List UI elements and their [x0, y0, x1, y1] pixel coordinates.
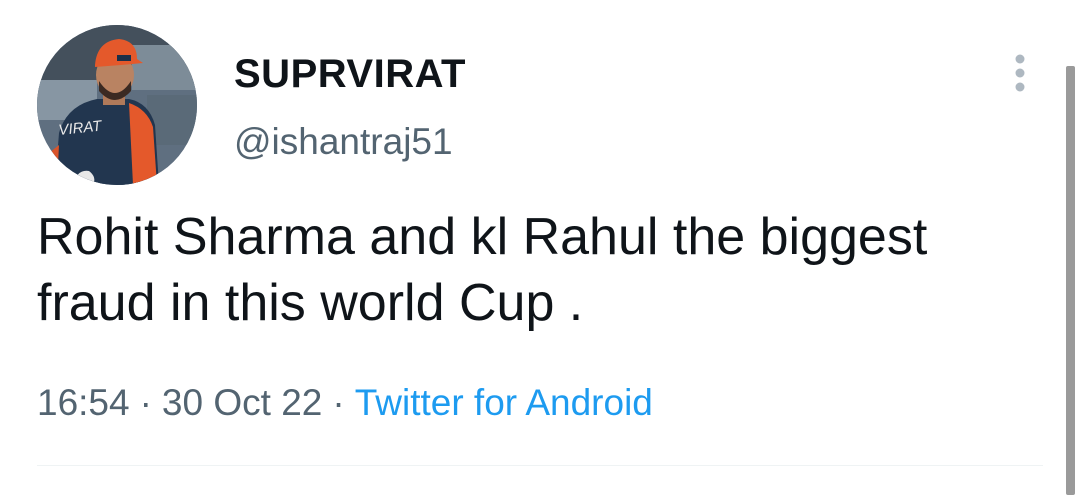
scrollbar[interactable] [1066, 66, 1075, 495]
more-options-button[interactable] [1008, 52, 1032, 96]
tweet-text: Rohit Sharma and kl Rahul the biggest fr… [37, 208, 928, 332]
author-handle[interactable]: @ishantraj51 [234, 121, 453, 163]
tweet-date[interactable]: 30 Oct 22 [162, 382, 322, 423]
profile-photo: VIRAT [37, 25, 197, 185]
tweet-source-link[interactable]: Twitter for Android [355, 382, 653, 423]
avatar[interactable]: VIRAT [37, 25, 197, 185]
tweet-card: VIRAT SUPRVIRAT @ishantraj51 Rohit Sharm… [0, 0, 1080, 495]
author-display-name[interactable]: SUPRVIRAT [234, 52, 466, 97]
tweet-time[interactable]: 16:54 [37, 382, 130, 423]
meta-separator: · [139, 382, 152, 423]
tweet-metadata: 16:54 · 30 Oct 22 · Twitter for Android [37, 382, 653, 424]
meta-separator: · [332, 382, 345, 423]
more-vertical-icon [1015, 54, 1025, 92]
divider [37, 465, 1043, 466]
